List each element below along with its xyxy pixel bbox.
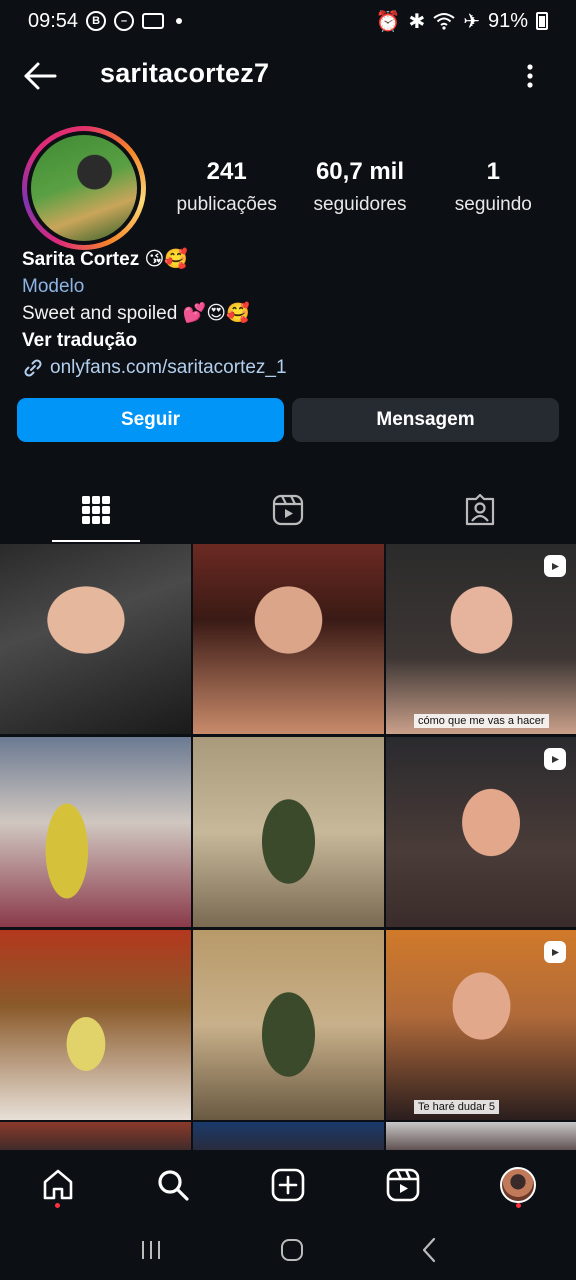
battery-icon bbox=[536, 12, 548, 30]
avatar-photo bbox=[31, 135, 137, 241]
grid-post[interactable] bbox=[193, 930, 384, 1120]
bio-text: Sweet and spoiled 💕😍🥰 bbox=[22, 303, 250, 324]
profile-bio: Sarita Cortez 😘🥰 Modelo Sweet and spoile… bbox=[22, 246, 552, 381]
home-button-icon[interactable] bbox=[280, 1238, 304, 1262]
stat-following[interactable]: 1 seguindo bbox=[427, 158, 560, 216]
post-caption: Te haré dudar 5 bbox=[414, 1100, 500, 1114]
recent-apps-icon[interactable] bbox=[139, 1239, 163, 1261]
grid-post[interactable] bbox=[386, 737, 576, 927]
stat-posts[interactable]: 241 publicações bbox=[160, 158, 293, 216]
stat-label: seguidores bbox=[313, 194, 407, 215]
nav-profile[interactable] bbox=[461, 1150, 576, 1220]
more-options-icon[interactable] bbox=[520, 62, 540, 90]
grid-post[interactable] bbox=[0, 737, 191, 927]
tab-tagged[interactable] bbox=[384, 478, 576, 542]
back-button-icon[interactable] bbox=[421, 1237, 437, 1263]
profile-avatar-icon bbox=[500, 1167, 537, 1203]
posts-grid-partial-row bbox=[0, 1122, 576, 1152]
profile-stats: 241 publicações 60,7 mil seguidores 1 se… bbox=[160, 158, 560, 216]
reels-icon bbox=[386, 1168, 420, 1202]
grid-post[interactable] bbox=[193, 1122, 384, 1152]
system-navigation bbox=[0, 1220, 576, 1280]
stat-value: 241 bbox=[206, 158, 247, 185]
tab-posts[interactable] bbox=[0, 478, 192, 542]
tab-reels[interactable] bbox=[192, 478, 384, 542]
grid-post[interactable]: Te haré dudar 5 bbox=[386, 930, 576, 1120]
add-post-icon bbox=[271, 1168, 305, 1202]
translate-link[interactable]: Ver tradução bbox=[22, 327, 552, 354]
wifi-icon bbox=[433, 13, 455, 30]
status-time: 09:54 bbox=[28, 9, 79, 32]
profile-tabs bbox=[0, 478, 576, 542]
page-title: saritacortez7 bbox=[100, 58, 270, 88]
link-text: onlyfans.com/saritacortez_1 bbox=[50, 357, 287, 378]
grid-post[interactable] bbox=[0, 544, 191, 734]
more-notifications-icon bbox=[176, 18, 183, 24]
nav-search[interactable] bbox=[115, 1150, 230, 1220]
post-caption: cómo que me vas a hacer bbox=[414, 714, 549, 728]
bottom-navigation bbox=[0, 1150, 576, 1220]
stat-followers[interactable]: 60,7 mil seguidores bbox=[293, 158, 426, 216]
airplane-icon: ✈ bbox=[463, 10, 480, 33]
grid-post[interactable] bbox=[0, 1122, 191, 1152]
home-icon bbox=[43, 1169, 72, 1200]
tagged-icon bbox=[465, 494, 495, 526]
stat-label: seguindo bbox=[454, 194, 532, 215]
message-button[interactable]: Mensagem bbox=[292, 398, 559, 442]
stat-value: 1 bbox=[486, 158, 500, 185]
avatar[interactable] bbox=[22, 126, 146, 250]
reel-icon bbox=[544, 748, 566, 770]
reels-icon bbox=[272, 494, 304, 526]
status-bar: 09:54 B – ⏰ ✱ ✈ 91% bbox=[0, 0, 576, 42]
grid-post[interactable] bbox=[386, 1122, 576, 1152]
search-icon bbox=[158, 1170, 189, 1201]
stat-label: publicações bbox=[176, 194, 277, 215]
posts-grid: cómo que me vas a hacer Te haré dudar 5 bbox=[0, 544, 576, 1120]
stat-value: 60,7 mil bbox=[315, 158, 405, 185]
grid-post[interactable] bbox=[193, 737, 384, 927]
nav-home[interactable] bbox=[0, 1150, 115, 1220]
grid-post[interactable]: cómo que me vas a hacer bbox=[386, 544, 576, 734]
profile-header: saritacortez7 bbox=[0, 50, 576, 102]
grid-post[interactable] bbox=[193, 544, 384, 734]
nav-create[interactable] bbox=[230, 1150, 345, 1220]
grid-post[interactable] bbox=[0, 930, 191, 1120]
alarm-icon: ⏰ bbox=[375, 10, 401, 33]
reel-icon bbox=[544, 941, 566, 963]
battery-level: 91% bbox=[487, 9, 528, 32]
back-arrow-icon[interactable] bbox=[22, 60, 58, 92]
do-not-disturb-icon: – bbox=[114, 11, 135, 31]
bluetooth-icon: ✱ bbox=[408, 10, 426, 33]
nav-reels[interactable] bbox=[346, 1150, 461, 1220]
notification-dot bbox=[55, 1203, 61, 1208]
profile-category: Modelo bbox=[22, 276, 85, 297]
follow-button[interactable]: Seguir bbox=[17, 398, 284, 442]
reel-icon bbox=[544, 555, 566, 577]
grid-icon bbox=[82, 496, 110, 524]
link-icon bbox=[24, 358, 42, 377]
external-link[interactable]: onlyfans.com/saritacortez_1 bbox=[22, 354, 552, 381]
b-icon: B bbox=[86, 11, 107, 31]
notification-dot bbox=[515, 1203, 521, 1208]
notification-icon bbox=[142, 13, 165, 29]
profile-name: Sarita Cortez 😘🥰 bbox=[22, 249, 188, 270]
